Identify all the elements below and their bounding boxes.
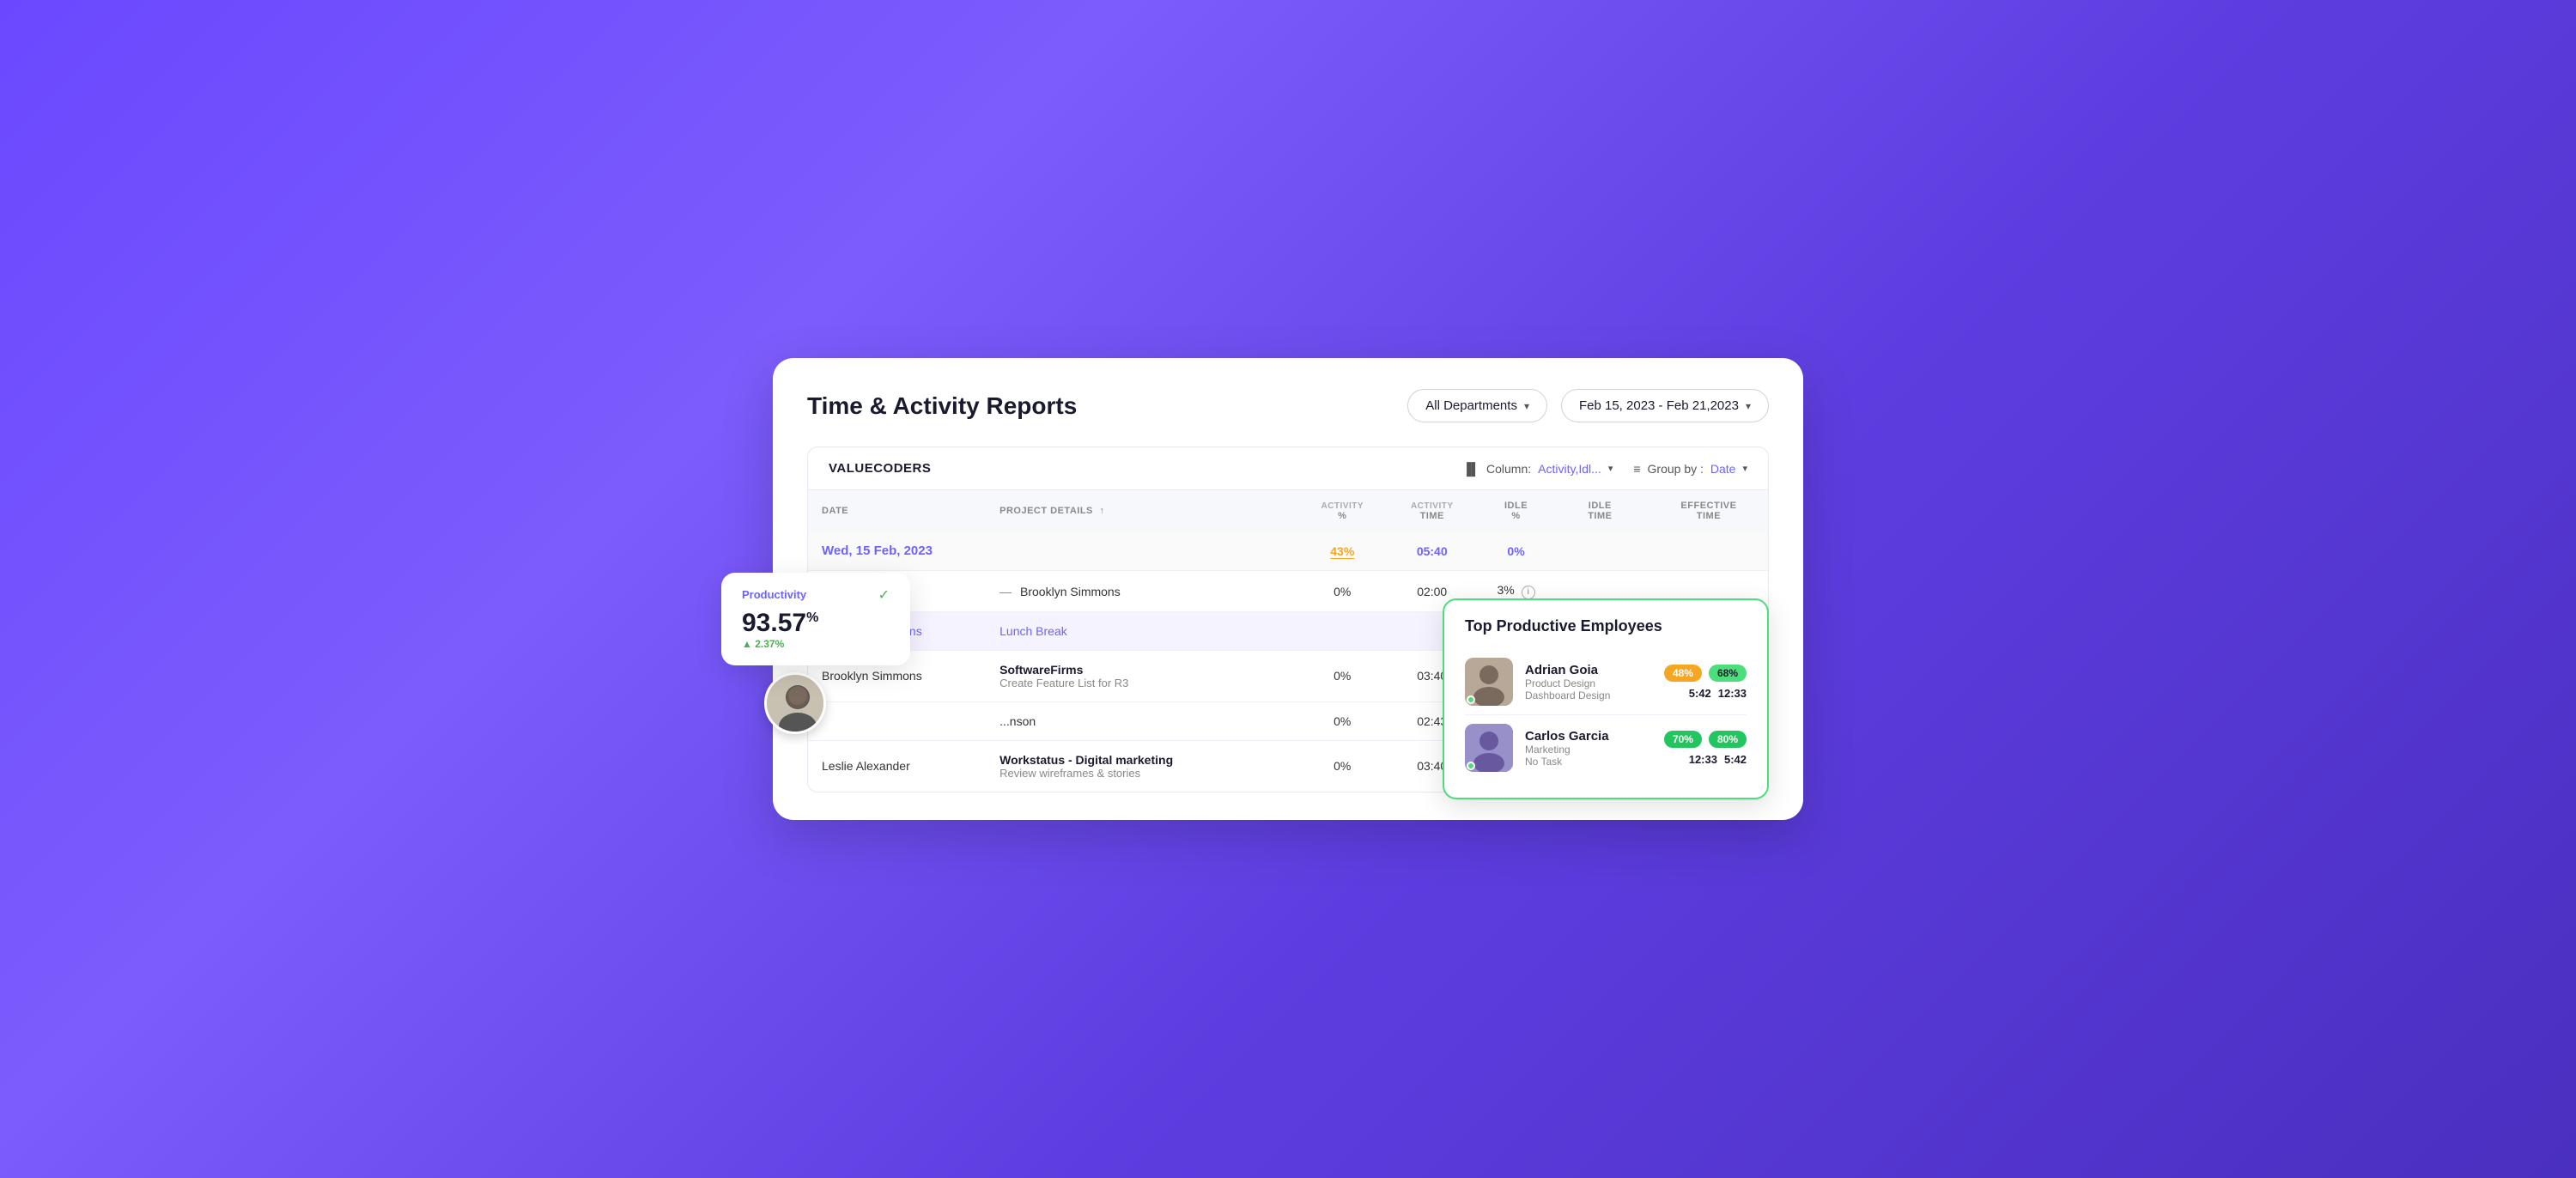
toolbar-right: ▐▌ Column: Activity,Idl... ▾ ≡ Group by … [1462,462,1747,476]
department-label: All Departments [1425,398,1517,413]
idle-badge-1: 48% [1664,665,1702,682]
emp2-act-pct: 0% [1302,701,1382,740]
prod-value-row: 93.57% [742,609,890,638]
emp-name-cell: — Brooklyn Simmons [986,571,1302,612]
department-chevron: ▾ [1524,400,1529,412]
table-header: DATE PROJECT DETAILS ↑ ACTIVITY % ACTIVI… [808,490,1768,531]
emp-dept-2: Marketing [1525,744,1652,756]
column-icon: ▐▌ [1462,462,1479,476]
emp-stats-2: 70% 80% 12:33 5:42 [1664,731,1747,766]
emp-task-2: No Task [1525,756,1652,768]
employee-entry: Carlos Garcia Marketing No Task 70% 80% … [1465,714,1747,780]
emp-name-2: Carlos Garcia [1525,729,1652,744]
emp2-name: ...nson [999,714,1036,728]
column-chevron: ▾ [1608,463,1613,474]
emp-stats-1: 48% 68% 5:42 12:33 [1664,665,1747,700]
emp-dept-1: Product Design [1525,677,1652,689]
proj2-company: Workstatus - Digital marketing [999,753,1288,767]
emp-name: Brooklyn Simmons [1020,585,1121,598]
avatar [764,672,826,734]
proj2-task: Review wireframes & stories [999,767,1288,780]
column-control[interactable]: ▐▌ Column: Activity,Idl... ▾ [1462,462,1613,476]
th-idle-time: IDLE TIME [1551,490,1649,531]
date-range-filter-btn[interactable]: Feb 15, 2023 - Feb 21,2023 ▾ [1561,389,1769,422]
top-employees-popup: Top Productive Employees Adrian Goia Pro… [1443,598,1769,799]
badge-row-2: 70% 80% [1664,731,1747,748]
date-range-label: Feb 15, 2023 - Feb 21,2023 [1579,398,1739,413]
date-range-chevron: ▾ [1746,400,1751,412]
th-activity-time: ACTIVITY TIME [1382,490,1481,531]
emp-avatar-1 [1465,658,1513,706]
groupby-control[interactable]: ≡ Group by : Date ▾ [1633,462,1747,476]
popup-title: Top Productive Employees [1465,617,1747,635]
idle-pct: 0% [1507,544,1524,558]
table-toolbar: VALUECODERS ▐▌ Column: Activity,Idl... ▾… [808,447,1768,490]
column-label: Column: [1486,462,1531,476]
productivity-widget: Productivity ✓ 93.57% ▲ 2.37% [721,573,910,665]
productivity-widget-wrapper: Productivity ✓ 93.57% ▲ 2.37% [764,672,809,734]
activity-badge-1: 68% [1709,665,1747,682]
activity-pct: 43% [1330,544,1354,558]
emp-task-1: Dashboard Design [1525,689,1652,701]
prod-change: ▲ 2.37% [742,638,890,650]
th-date: DATE [808,490,986,531]
info-icon: i [1522,586,1535,599]
lunch-label: Lunch Break [999,624,1067,638]
main-card: Time & Activity Reports All Departments … [773,358,1803,820]
time2-1: 12:33 [1718,687,1747,700]
header-filters: All Departments ▾ Feb 15, 2023 - Feb 21,… [1407,389,1769,422]
prod-value: 93.57% [742,609,818,637]
page-title: Time & Activity Reports [807,392,1077,420]
activity-time: 05:40 [1417,544,1448,558]
prod-header: Productivity ✓ [742,586,890,604]
project-company: SoftwareFirms [999,663,1288,677]
groupby-label: Group by : [1648,462,1704,476]
badge-row-1: 48% 68% [1664,665,1747,682]
proj2-emp: Leslie Alexander [822,759,910,773]
proj1-emp: Brooklyn Simmons [822,669,922,683]
proj1-act-pct: 0% [1302,650,1382,701]
groupby-value: Date [1710,462,1736,476]
column-value: Activity,Idl... [1538,462,1601,476]
emp-info-2: Carlos Garcia Marketing No Task [1525,729,1652,768]
emp-dash: — [999,585,1012,598]
date-cell: Wed, 15 Feb, 2023 [822,543,933,558]
th-activity-pct: ACTIVITY % [1302,490,1382,531]
emp-avatar-2 [1465,724,1513,772]
th-effective-time: EFFECTIVE TIME [1649,490,1768,531]
header: Time & Activity Reports All Departments … [807,389,1769,422]
department-filter-btn[interactable]: All Departments ▾ [1407,389,1547,422]
emp-info-1: Adrian Goia Product Design Dashboard Des… [1525,663,1652,701]
company-name: VALUECODERS [829,461,931,476]
emp-activity-pct: 0% [1302,571,1382,612]
employee-entry: Adrian Goia Product Design Dashboard Des… [1465,649,1747,714]
time-row-2: 12:33 5:42 [1689,753,1747,766]
time-row-1: 5:42 12:33 [1689,687,1747,700]
groupby-icon: ≡ [1633,462,1640,476]
time1-2: 12:33 [1689,753,1717,766]
th-project-details: PROJECT DETAILS ↑ [986,490,1302,531]
prod-label: Productivity [742,588,806,601]
prod-trend-icon: ✓ [878,586,890,604]
project-task: Create Feature List for R3 [999,677,1288,689]
idle-badge-2: 70% [1664,731,1702,748]
proj2-act-pct: 0% [1302,740,1382,792]
emp-name-1: Adrian Goia [1525,663,1652,677]
activity-badge-2: 80% [1709,731,1747,748]
th-idle-pct: IDLE % [1481,490,1551,531]
time1-1: 5:42 [1689,687,1711,700]
table-row: Wed, 15 Feb, 2023 43% 05:40 0% [808,531,1768,571]
time2-2: 5:42 [1724,753,1747,766]
groupby-chevron: ▾ [1742,463,1747,474]
